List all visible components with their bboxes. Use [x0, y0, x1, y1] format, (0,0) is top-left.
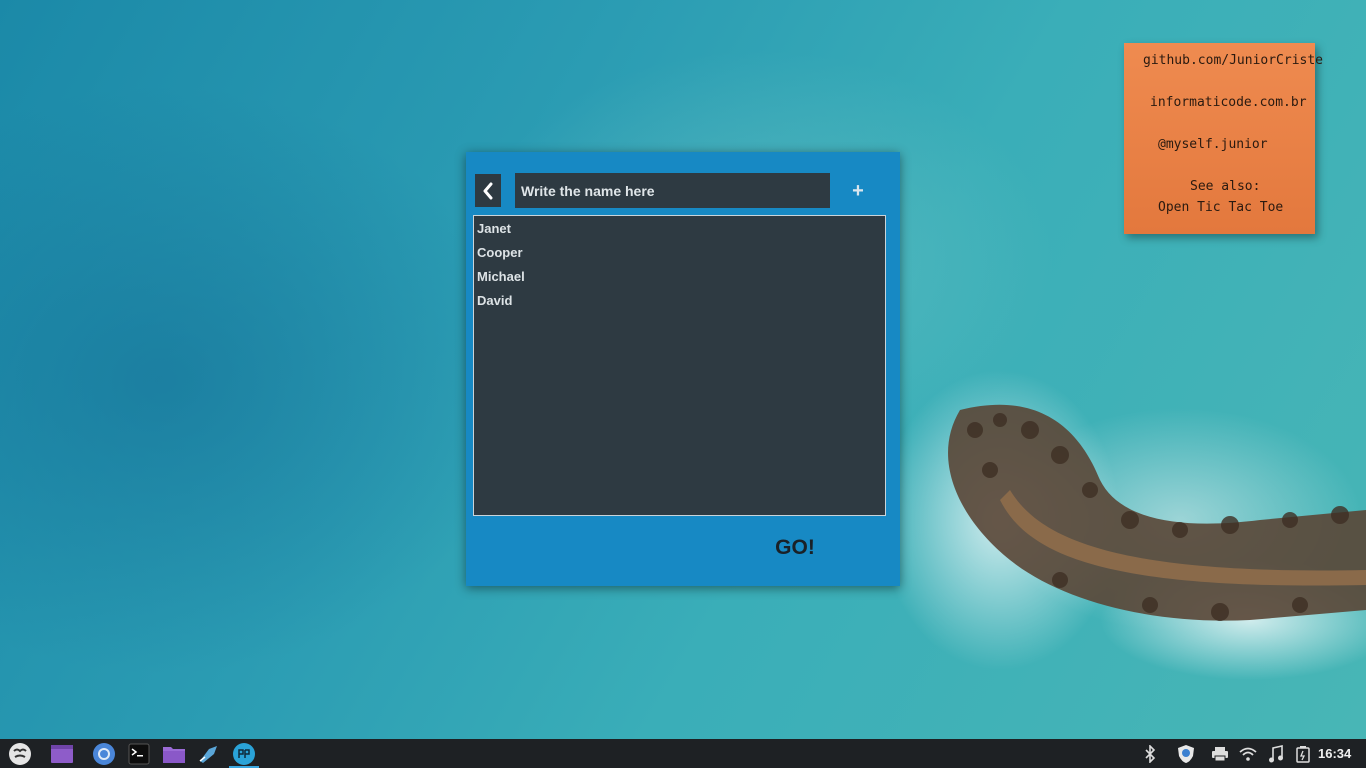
app-logo-icon[interactable]: [229, 739, 259, 768]
printer-icon[interactable]: [1209, 739, 1231, 768]
music-icon[interactable]: [1265, 739, 1287, 768]
go-button[interactable]: GO!: [766, 532, 824, 564]
add-name-button[interactable]: +: [844, 176, 872, 206]
list-item[interactable]: Janet: [477, 221, 511, 236]
fish-icon[interactable]: [194, 739, 224, 768]
shield-icon[interactable]: [1175, 739, 1197, 768]
sticky-line-handle: @myself.junior: [1158, 137, 1268, 152]
menu-icon[interactable]: [5, 739, 35, 768]
chevron-left-icon: [483, 182, 493, 199]
name-picker-window: + Janet Cooper Michael David GO!: [466, 152, 900, 586]
browser-icon[interactable]: [89, 739, 119, 768]
sticky-line-website: informaticode.com.br: [1150, 95, 1307, 110]
sticky-line-github: github.com/JuniorCriste: [1143, 53, 1324, 68]
window-icon[interactable]: [47, 739, 77, 768]
desktop-wallpaper: github.com/JuniorCriste informaticode.co…: [0, 0, 1366, 739]
list-item[interactable]: Cooper: [477, 245, 523, 260]
terminal-icon[interactable]: [124, 739, 154, 768]
name-list[interactable]: Janet Cooper Michael David: [473, 215, 886, 516]
clock[interactable]: 16:34: [1318, 739, 1351, 768]
back-button[interactable]: [475, 174, 501, 207]
sticky-note[interactable]: github.com/JuniorCriste informaticode.co…: [1124, 43, 1323, 234]
taskbar: 16:34: [0, 739, 1366, 768]
name-input[interactable]: [515, 173, 830, 208]
list-item[interactable]: Michael: [477, 269, 525, 284]
wifi-icon[interactable]: [1237, 739, 1259, 768]
battery-icon[interactable]: [1293, 739, 1315, 768]
sticky-line-see-also: See also:: [1190, 179, 1261, 194]
sticky-line-tic-tac-toe: Open Tic Tac Toe: [1158, 200, 1284, 215]
list-item[interactable]: David: [477, 293, 512, 308]
bluetooth-icon[interactable]: [1139, 739, 1161, 768]
folder-icon[interactable]: [159, 739, 189, 768]
